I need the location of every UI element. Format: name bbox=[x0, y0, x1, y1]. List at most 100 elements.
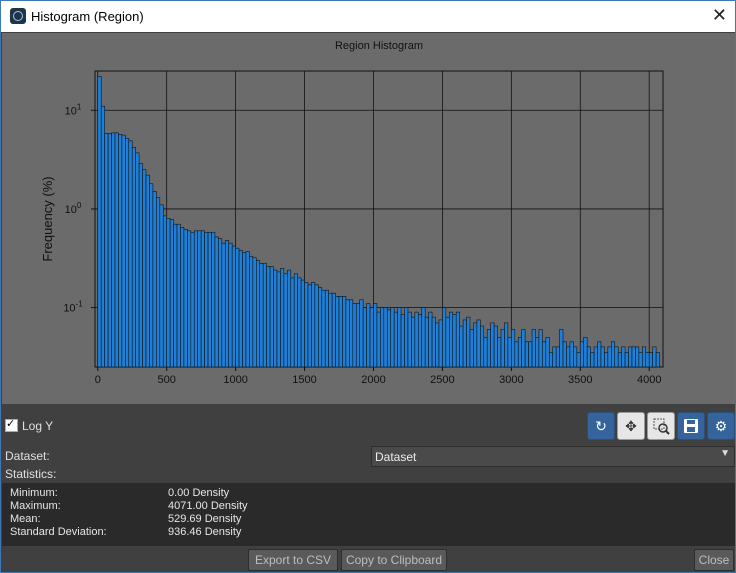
histogram-bar bbox=[617, 352, 622, 368]
histogram-bar bbox=[573, 346, 578, 368]
histogram-bar bbox=[114, 132, 119, 368]
histogram-bar bbox=[542, 341, 547, 368]
histogram-bar bbox=[224, 240, 230, 368]
x-tick-label: 2000 bbox=[361, 374, 385, 386]
histogram-bar bbox=[504, 322, 509, 368]
histogram-bar bbox=[100, 105, 105, 368]
histogram-bar bbox=[404, 307, 409, 368]
histogram-bar bbox=[142, 169, 147, 368]
histogram-bar bbox=[531, 329, 536, 368]
histogram-bar bbox=[321, 289, 326, 368]
histogram-bar bbox=[297, 277, 302, 368]
histogram-bar bbox=[493, 325, 498, 368]
histogram-bar bbox=[231, 245, 236, 368]
copy-clipboard-button[interactable]: Copy to Clipboard bbox=[341, 549, 447, 571]
histogram-bar bbox=[211, 231, 216, 368]
histogram-bar bbox=[262, 263, 267, 368]
histogram-window: Histogram (Region) ✕ Region Histogram Fre… bbox=[0, 0, 736, 573]
histogram-bar bbox=[469, 329, 474, 368]
histogram-bar bbox=[476, 319, 481, 368]
y-tick-label: 10-1 bbox=[63, 300, 83, 315]
histogram-bar bbox=[566, 346, 571, 368]
histogram-bar bbox=[328, 292, 333, 368]
histogram-bar bbox=[135, 152, 140, 368]
histogram-bar bbox=[538, 329, 543, 368]
close-window-icon[interactable]: ✕ bbox=[712, 5, 727, 26]
histogram-bar bbox=[593, 346, 598, 368]
histogram-bar bbox=[628, 346, 633, 368]
histogram-bar bbox=[145, 174, 150, 368]
histogram-bar bbox=[449, 311, 454, 368]
histogram-bar bbox=[228, 242, 233, 368]
histogram-bar bbox=[397, 307, 402, 368]
log-y-checkbox[interactable] bbox=[5, 417, 18, 432]
chart-title: Region Histogram bbox=[335, 40, 423, 52]
histogram-bar bbox=[362, 307, 367, 368]
histogram-bar bbox=[128, 140, 133, 368]
histogram-bar bbox=[624, 352, 629, 368]
histogram-bar bbox=[149, 183, 154, 368]
histogram-bar bbox=[607, 346, 612, 368]
histogram-bar bbox=[500, 329, 505, 368]
histogram-bar bbox=[455, 311, 460, 368]
histogram-bar bbox=[390, 307, 395, 368]
histogram-bar bbox=[249, 256, 254, 368]
histogram-bar bbox=[235, 247, 240, 368]
histogram-bar bbox=[197, 230, 202, 368]
x-tick-label: 1000 bbox=[223, 374, 247, 386]
stat-label: Standard Deviation: bbox=[10, 526, 107, 538]
histogram-bar bbox=[218, 238, 223, 368]
save-button[interactable] bbox=[677, 412, 705, 440]
histogram-bar bbox=[307, 284, 312, 368]
pan-icon: ✥ bbox=[625, 418, 637, 434]
zoom-button[interactable] bbox=[647, 412, 675, 440]
histogram-bar bbox=[486, 329, 491, 368]
stat-value: 936.46 Density bbox=[168, 526, 242, 538]
histogram-bar bbox=[445, 316, 450, 368]
reset-icon: ↻ bbox=[595, 418, 607, 434]
histogram-bar bbox=[652, 346, 657, 368]
histogram-chart[interactable]: Region Histogram Frequency (%) 0 500 1000 150… bbox=[2, 33, 735, 404]
histogram-bar bbox=[314, 284, 319, 368]
stat-value: 529.69 Density bbox=[168, 513, 242, 525]
histogram-bar bbox=[576, 352, 581, 368]
histogram-bar bbox=[631, 346, 636, 368]
histogram-bar bbox=[183, 229, 188, 368]
histogram-bar bbox=[421, 307, 426, 368]
histogram-bar bbox=[590, 352, 595, 368]
reset-view-button[interactable]: ↻ bbox=[587, 412, 615, 440]
histogram-bar bbox=[276, 271, 281, 368]
y-axis-label: Frequency (%) bbox=[40, 176, 55, 261]
histogram-bar bbox=[648, 352, 653, 368]
x-tick-label: 4000 bbox=[637, 374, 661, 386]
histogram-bar bbox=[159, 204, 164, 368]
histogram-bar bbox=[355, 303, 360, 368]
export-csv-button[interactable]: Export to CSV bbox=[248, 549, 338, 571]
plot-area[interactable]: Region Histogram Frequency (%) 0 500 1000 150… bbox=[2, 33, 735, 404]
settings-button[interactable]: ⚙ bbox=[707, 412, 735, 440]
histogram-bar bbox=[290, 277, 295, 368]
x-tick-label: 500 bbox=[158, 374, 176, 386]
histogram-bar bbox=[393, 311, 398, 368]
histogram-bar bbox=[287, 269, 292, 368]
histogram-bar bbox=[152, 191, 157, 368]
histogram-bar bbox=[293, 273, 298, 368]
histogram-bar bbox=[514, 341, 519, 368]
histogram-bar bbox=[562, 341, 567, 368]
pan-button[interactable]: ✥ bbox=[617, 412, 645, 440]
histogram-bar bbox=[259, 263, 264, 368]
histogram-bar bbox=[221, 242, 226, 368]
histogram-bar bbox=[552, 346, 557, 368]
histogram-bar bbox=[345, 299, 350, 368]
histogram-bar bbox=[176, 223, 181, 368]
app-icon bbox=[10, 8, 26, 24]
log-y-toggle[interactable]: Log Y bbox=[5, 417, 53, 433]
close-button[interactable]: Close bbox=[694, 549, 734, 571]
histogram-bar bbox=[604, 352, 609, 368]
histogram-bar bbox=[273, 269, 278, 368]
histogram-bar bbox=[118, 134, 123, 368]
histogram-bar bbox=[204, 231, 209, 368]
histogram-bar bbox=[369, 307, 374, 368]
histogram-bar bbox=[459, 325, 464, 368]
dataset-select[interactable]: Dataset ▼ bbox=[371, 446, 735, 467]
